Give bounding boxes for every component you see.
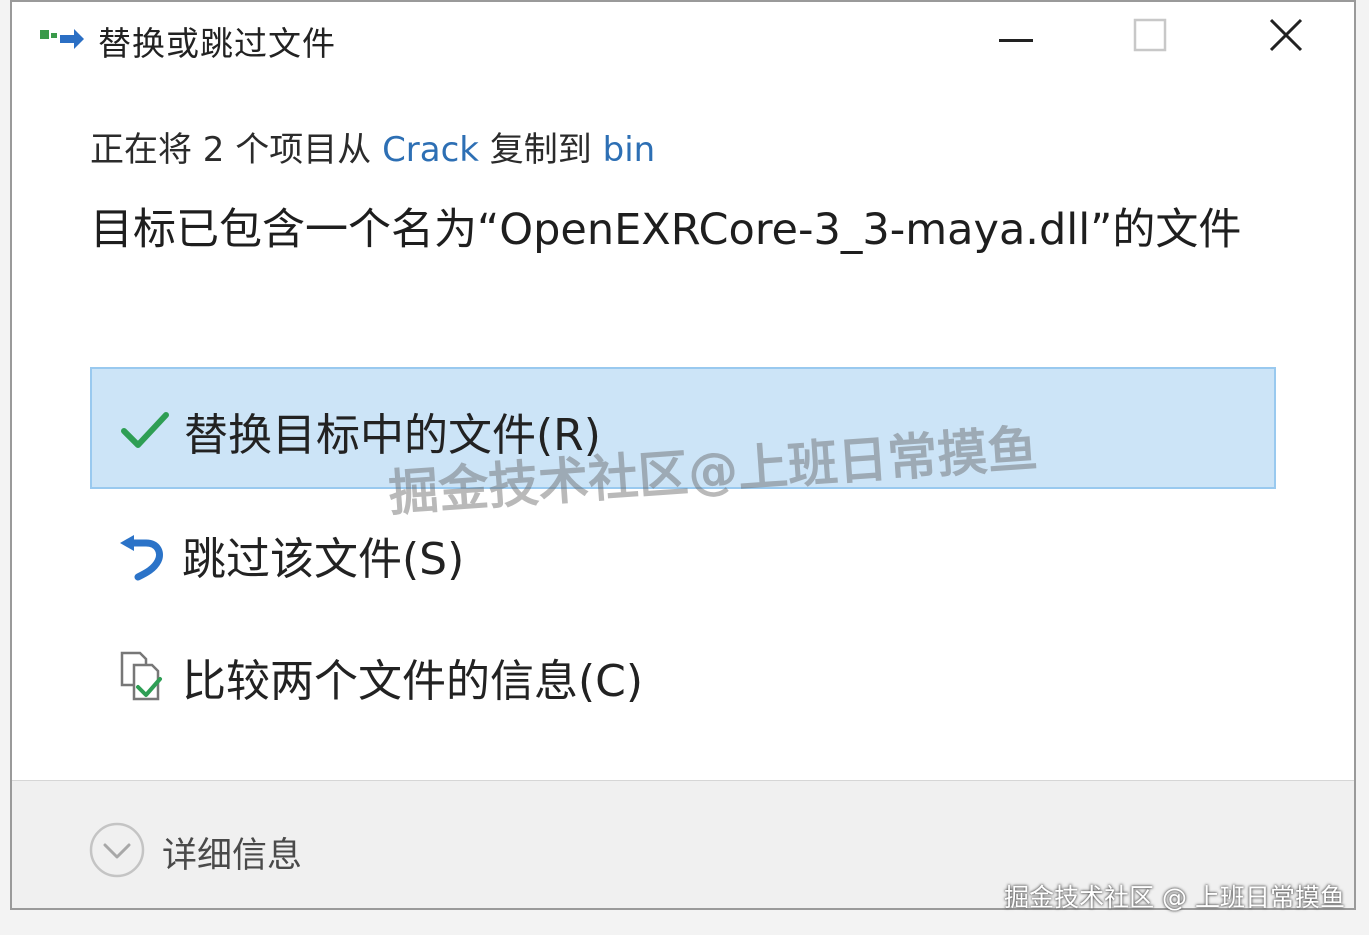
- title-bar[interactable]: 替换或跳过文件: [12, 2, 1354, 77]
- replace-or-skip-dialog: 替换或跳过文件 正在将 2 个项目从 Crack 复制到 bin 目标已包含一个…: [10, 0, 1356, 910]
- copy-status-line: 正在将 2 个项目从 Crack 复制到 bin: [90, 122, 655, 171]
- skip-file-label: 跳过该文件(S): [182, 534, 465, 585]
- close-button[interactable]: [1226, 2, 1346, 72]
- more-details-toggle[interactable]: 详细信息: [162, 827, 302, 878]
- copy-status-prefix: 正在将 2 个项目从: [90, 130, 383, 170]
- chevron-down-icon[interactable]: [88, 821, 146, 879]
- copy-status-middle: 复制到: [479, 130, 603, 170]
- replace-file-label: 替换目标中的文件(R): [184, 410, 601, 461]
- compare-files-option[interactable]: 比较两个文件的信息(C): [90, 615, 1276, 737]
- maximize-button[interactable]: [1090, 2, 1210, 72]
- checkmark-icon: [118, 403, 172, 457]
- minimize-button[interactable]: [956, 2, 1076, 72]
- skip-arrow-icon: [116, 527, 170, 581]
- skip-file-option[interactable]: 跳过该文件(S): [90, 493, 1276, 615]
- window-title: 替换或跳过文件: [98, 24, 336, 63]
- dialog-footer: 详细信息: [12, 780, 1354, 908]
- close-icon: [1268, 17, 1304, 57]
- destination-folder-link[interactable]: bin: [603, 130, 656, 170]
- replace-file-option[interactable]: 替换目标中的文件(R): [90, 367, 1276, 489]
- file-move-icon: [40, 26, 84, 52]
- conflict-message: 目标已包含一个名为“OpenEXRCore-3_3-maya.dll”的文件: [90, 205, 1242, 255]
- compare-files-icon: [116, 649, 170, 703]
- source-folder-link[interactable]: Crack: [382, 130, 479, 170]
- minimize-icon: [999, 28, 1033, 47]
- maximize-icon: [1133, 18, 1167, 56]
- compare-files-label: 比较两个文件的信息(C): [182, 656, 644, 707]
